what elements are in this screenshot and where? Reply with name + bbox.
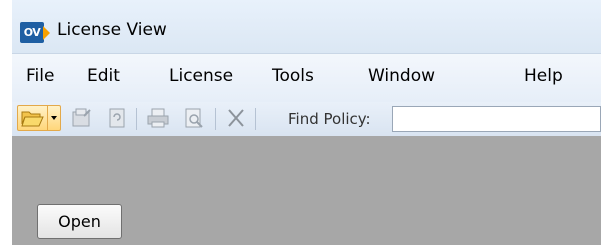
toolbar-separator bbox=[136, 108, 137, 130]
delete-icon[interactable] bbox=[224, 106, 248, 130]
license-view-window: OV License View File Edit License Tools … bbox=[12, 0, 601, 245]
app-logo-icon: OV bbox=[20, 22, 50, 43]
print-icon[interactable] bbox=[146, 106, 170, 130]
workspace: Open bbox=[12, 137, 601, 245]
open-folder-button[interactable] bbox=[17, 105, 61, 131]
menu-window[interactable]: Window bbox=[368, 66, 435, 86]
refresh-icon[interactable] bbox=[106, 106, 130, 130]
title-bar: OV License View bbox=[12, 0, 601, 53]
folder-open-icon bbox=[21, 111, 44, 127]
find-policy-label: Find Policy: bbox=[288, 110, 371, 128]
toolbar-separator bbox=[215, 108, 216, 130]
chevron-down-icon[interactable] bbox=[47, 106, 60, 130]
print-preview-icon[interactable] bbox=[182, 106, 206, 130]
app-logo-text: OV bbox=[23, 26, 41, 39]
window-title: License View bbox=[57, 20, 167, 40]
toolbar-separator bbox=[255, 108, 256, 130]
menu-edit[interactable]: Edit bbox=[87, 66, 120, 86]
properties-icon[interactable] bbox=[70, 106, 94, 130]
menu-bar: File Edit License Tools Window Help bbox=[12, 53, 601, 103]
menu-tools[interactable]: Tools bbox=[272, 66, 314, 86]
toolbar: Find Policy: bbox=[12, 102, 601, 136]
menu-file[interactable]: File bbox=[26, 66, 54, 86]
open-button[interactable]: Open bbox=[37, 204, 122, 239]
menu-help[interactable]: Help bbox=[524, 66, 563, 86]
menu-license[interactable]: License bbox=[169, 66, 233, 86]
find-policy-input[interactable] bbox=[392, 106, 601, 132]
